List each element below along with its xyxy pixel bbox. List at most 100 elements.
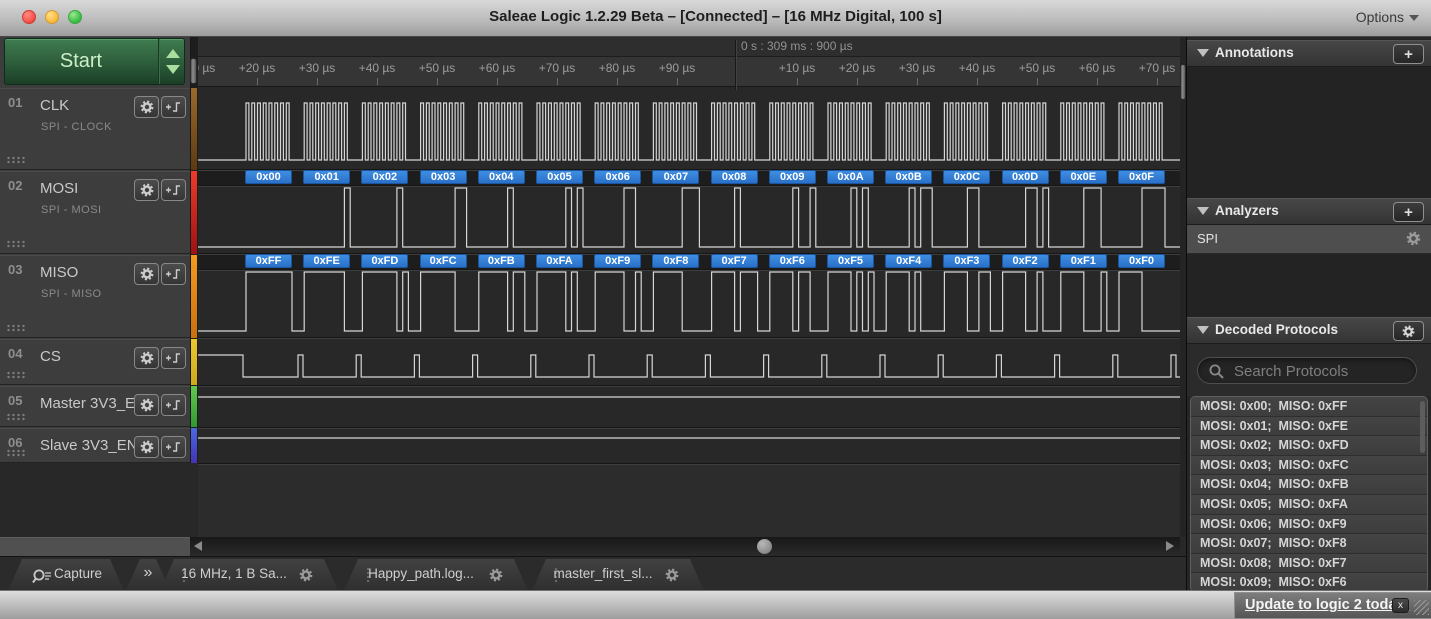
- channel-drag-grip[interactable]: [6, 413, 25, 421]
- mosi-byte-bubble: 0x04: [478, 170, 525, 184]
- protocol-row[interactable]: MOSI: 0x01; MISO: 0xFE: [1191, 417, 1427, 437]
- left-vertical-scrollbar-thumb[interactable]: [190, 58, 197, 84]
- start-capture-button[interactable]: Start: [4, 38, 185, 85]
- update-link[interactable]: Update to logic 2 today!: [1245, 597, 1409, 613]
- chevron-down-icon: [1409, 15, 1419, 21]
- options-label: Options: [1356, 9, 1404, 25]
- annotations-empty-area: [1187, 67, 1431, 198]
- analyzers-header[interactable]: Analyzers +: [1187, 198, 1431, 225]
- tab-gear-icon[interactable]: [298, 567, 314, 583]
- analyzer-item-spi[interactable]: SPI: [1187, 225, 1431, 254]
- miso-byte-bubble: 0xF9: [594, 254, 641, 268]
- window-title: Saleae Logic 1.2.29 Beta – [Connected] –…: [0, 0, 1431, 36]
- decoded-protocols-header[interactable]: Decoded Protocols: [1187, 317, 1431, 344]
- tab-document-0[interactable]: 16 MHz, 1 B Sa...: [160, 559, 338, 591]
- analyzers-empty-area: [1187, 254, 1431, 317]
- tab-capture-label: Capture: [32, 566, 124, 581]
- channel-sublabel: SPI - CLOCK: [41, 121, 112, 133]
- collapse-arrow-icon: [1197, 207, 1209, 215]
- channel-settings-button[interactable]: [134, 263, 159, 285]
- miso-byte-bubble: 0xFE: [303, 254, 350, 268]
- mosi-byte-bubble: 0x09: [769, 170, 816, 184]
- options-menu[interactable]: Options: [1356, 0, 1419, 36]
- scrollbar-left-gutter: [0, 537, 190, 557]
- miso-byte-bubble: 0xFB: [478, 254, 525, 268]
- channel-row-cs[interactable]: 04 CS: [0, 339, 190, 385]
- scroll-left-icon[interactable]: [194, 541, 202, 551]
- channel-row-slave-3v3-en[interactable]: 06 Slave 3V3_EN: [0, 428, 190, 463]
- tab-document-2[interactable]: master_first_sl...: [532, 559, 704, 591]
- tab-capture[interactable]: Capture: [8, 559, 124, 591]
- channel-trigger-button[interactable]: [161, 347, 186, 369]
- protocol-row[interactable]: MOSI: 0x07; MISO: 0xF8: [1191, 534, 1427, 554]
- collapse-arrow-icon: [1197, 326, 1209, 334]
- capture-options-up-icon[interactable]: [166, 49, 180, 58]
- protocol-list-scrollbar-thumb[interactable]: [1420, 401, 1425, 453]
- tab-gear-icon[interactable]: [664, 567, 680, 583]
- decoded-protocols-list[interactable]: MOSI: 0x00; MISO: 0xFFMOSI: 0x01; MISO: …: [1190, 396, 1428, 592]
- mosi-byte-bubble: 0x0C: [943, 170, 990, 184]
- channel-name: Master 3V3_EN: [40, 395, 146, 412]
- channel-trigger-button[interactable]: [161, 96, 186, 118]
- protocol-row[interactable]: MOSI: 0x05; MISO: 0xFA: [1191, 495, 1427, 515]
- window-titlebar: Saleae Logic 1.2.29 Beta – [Connected] –…: [0, 0, 1431, 37]
- gear-icon: [298, 567, 314, 583]
- channel-color-marker: [191, 386, 197, 427]
- channel-color-marker: [191, 339, 197, 385]
- protocol-row[interactable]: MOSI: 0x03; MISO: 0xFC: [1191, 456, 1427, 476]
- channel-settings-button[interactable]: [134, 96, 159, 118]
- channel-drag-grip[interactable]: [6, 156, 25, 164]
- annotations-header[interactable]: Annotations +: [1187, 40, 1431, 67]
- channel-trigger-button[interactable]: [161, 436, 186, 458]
- capture-options-down-icon[interactable]: [166, 65, 180, 74]
- tab-document-1[interactable]: Happy_path.log...: [344, 559, 528, 591]
- protocol-row[interactable]: MOSI: 0x02; MISO: 0xFD: [1191, 436, 1427, 456]
- trigger-edge-icon: [165, 351, 182, 365]
- protocol-row[interactable]: MOSI: 0x06; MISO: 0xF9: [1191, 515, 1427, 535]
- channel-row-mosi[interactable]: 02 MOSI SPI - MOSI: [0, 171, 190, 254]
- scroll-right-icon[interactable]: [1166, 541, 1174, 551]
- annotations-title: Annotations: [1215, 45, 1294, 60]
- analyzer-name: SPI: [1197, 231, 1218, 246]
- channel-settings-button[interactable]: [134, 436, 159, 458]
- protocol-row[interactable]: MOSI: 0x00; MISO: 0xFF: [1191, 397, 1427, 417]
- close-notification-button[interactable]: x: [1392, 598, 1409, 613]
- analyzers-title: Analyzers: [1215, 203, 1279, 218]
- right-sidebar: Annotations + Analyzers + SPI Decoded Pr…: [1186, 36, 1431, 592]
- horizontal-scrollbar-thumb[interactable]: [757, 539, 772, 554]
- channel-drag-grip[interactable]: [6, 240, 25, 248]
- add-annotation-button[interactable]: +: [1393, 44, 1424, 64]
- channel-settings-button[interactable]: [134, 394, 159, 416]
- add-analyzer-button[interactable]: +: [1393, 202, 1424, 222]
- resize-grip-icon[interactable]: [1414, 600, 1429, 615]
- waveform-area[interactable]: 0 s : 309 ms : 900 µs +10 µs+20 µs+30 µs…: [198, 36, 1180, 556]
- channel-trigger-button[interactable]: [161, 394, 186, 416]
- protocol-search-field[interactable]: [1197, 357, 1417, 384]
- channel-row-clk[interactable]: 01 CLK SPI - CLOCK: [0, 88, 190, 170]
- protocol-row[interactable]: MOSI: 0x04; MISO: 0xFB: [1191, 475, 1427, 495]
- miso-byte-bubble: 0xF3: [943, 254, 990, 268]
- tab-gear-icon[interactable]: [488, 567, 504, 583]
- channel-drag-grip[interactable]: [6, 449, 25, 457]
- channel-number: 03: [8, 262, 22, 277]
- analyzer-gear-icon[interactable]: [1405, 230, 1422, 247]
- channel-drag-grip[interactable]: [6, 324, 25, 332]
- channel-settings-button[interactable]: [134, 179, 159, 201]
- channel-drag-grip[interactable]: [6, 371, 25, 379]
- mosi-byte-bubble: 0x06: [594, 170, 641, 184]
- gear-icon: [139, 266, 155, 282]
- channel-row-master-3v3-en[interactable]: 05 Master 3V3_EN: [0, 386, 190, 427]
- channel-settings-button[interactable]: [134, 347, 159, 369]
- channel-color-marker: [191, 255, 197, 338]
- search-input[interactable]: [1232, 360, 1411, 383]
- channel-row-miso[interactable]: 03 MISO SPI - MISO: [0, 255, 190, 338]
- channel-trigger-button[interactable]: [161, 179, 186, 201]
- miso-byte-bubble: 0xF0: [1118, 254, 1165, 268]
- mosi-byte-bubble: 0x0A: [827, 170, 874, 184]
- protocol-row[interactable]: MOSI: 0x08; MISO: 0xF7: [1191, 554, 1427, 574]
- channel-name: CS: [40, 348, 61, 365]
- decoded-protocols-gear-button[interactable]: [1393, 321, 1424, 341]
- channel-color-marker: [191, 171, 197, 254]
- channel-trigger-button[interactable]: [161, 263, 186, 285]
- horizontal-scrollbar[interactable]: [190, 537, 1180, 556]
